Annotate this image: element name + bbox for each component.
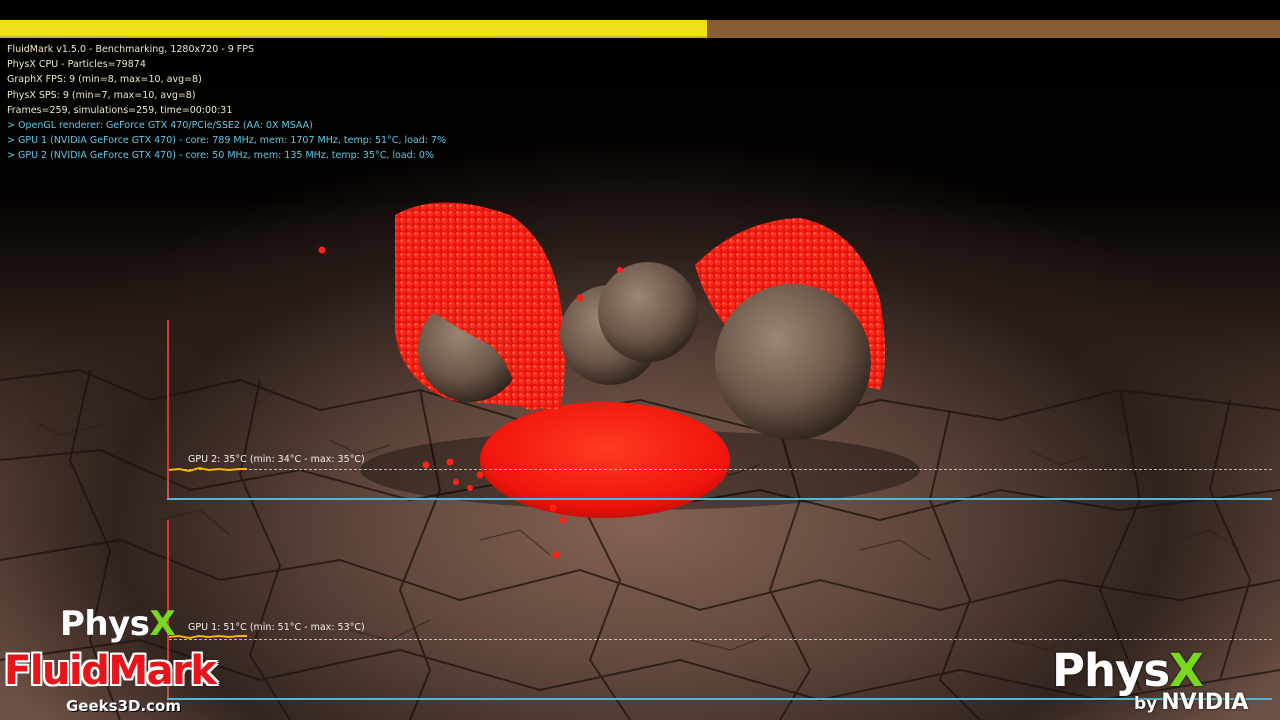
nvidia-label: NVIDIA [1161,690,1249,715]
fluidmark-logo: FluidMark [4,648,217,694]
gpu1-graph-x-axis [167,698,1272,700]
physx-logo-left: PhysX [60,604,176,644]
gpu2-graph-x-axis [167,498,1272,500]
by-label: by [1134,694,1158,714]
gpu2-graph-label: GPU 2: 35°C (min: 34°C - max: 35°C) [188,454,365,465]
stats-graphx-fps-line: GraphX FPS: 9 (min=8, max=10, avg=8) [7,74,202,86]
gpu1-graph-max-line [169,639,1272,640]
stats-physx-sps-line: PhysX SPS: 9 (min=7, max=10, avg=8) [7,89,196,101]
fluid-puddle [480,402,730,518]
stats-particles-line: PhysX CPU - Particles=79874 [7,59,146,71]
stone-sphere-right [715,284,871,440]
geeks3d-logo: Geeks3D.com [66,697,181,715]
gpu2-graph-max-line [169,469,1272,470]
physx-logo-left-text: Phys [60,604,150,644]
gpu1-graph-label: GPU 1: 51°C (min: 51°C - max: 53°C) [188,622,365,633]
stats-title-line: FluidMark v1.5.0 - Benchmarking, 1280x72… [7,44,255,55]
stats-gpu1-line: > GPU 1 (NVIDIA GeForce GTX 470) - core:… [7,135,447,147]
benchmark-stats-overlay: FluidMark v1.5.0 - Benchmarking, 1280x72… [7,42,446,164]
by-nvidia-text: by NVIDIA [1134,690,1248,715]
stats-frames-line: Frames=259, simulations=259, time=00:00:… [7,104,233,116]
benchmark-progress-fill [0,20,707,38]
stats-opengl-renderer-line: > OpenGL renderer: GeForce GTX 470/PCIe/… [7,120,313,132]
benchmark-progress-bar [0,20,1280,38]
stone-sphere-top [598,262,698,362]
physx-logo-left-x: X [149,604,176,644]
stats-gpu2-line: > GPU 2 (NVIDIA GeForce GTX 470) - core:… [7,150,434,162]
